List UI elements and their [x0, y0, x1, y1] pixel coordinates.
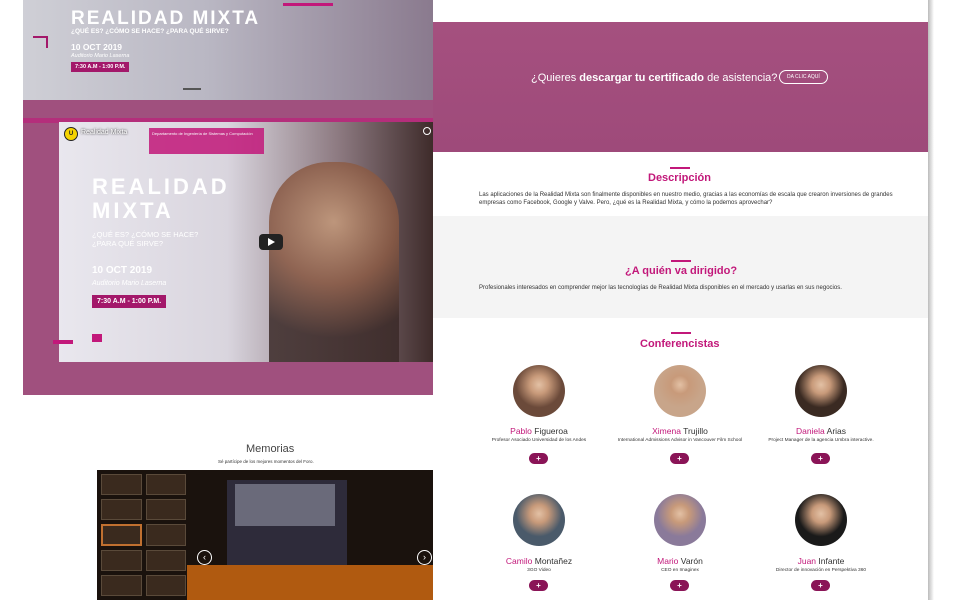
play-icon[interactable] [259, 234, 283, 250]
speaker-more-button[interactable]: + [811, 580, 830, 591]
gallery-thumbnail[interactable] [101, 474, 142, 495]
gallery-thumbnail[interactable] [145, 523, 186, 547]
hero-accent-square [33, 36, 48, 48]
video-place: Auditorio Mario Laserna [92, 280, 167, 287]
speaker-last-name: Montañez [532, 556, 573, 566]
video-section: U Realidad Mixta Departamento de Ingenie… [23, 100, 433, 395]
gallery-thumbnail-selected[interactable] [101, 523, 142, 547]
video-question2: ¿PARA QUÉ SIRVE? [92, 239, 163, 248]
hero-title: REALIDAD MIXTA [71, 8, 261, 29]
download-certificate-button[interactable]: DA CLIC AQUÍ [779, 70, 828, 84]
photo-gallery[interactable]: ‹ › [97, 470, 433, 600]
speaker-role: Project Manager de la agencia Umbra inte… [768, 438, 874, 443]
youtube-video-player[interactable]: U Realidad Mixta Departamento de Ingenie… [59, 122, 433, 362]
speaker-avatar [654, 365, 706, 417]
speaker-name: Juan Infante [761, 556, 881, 566]
speaker-last-name: Figueroa [531, 426, 568, 436]
speaker-last-name: Infante [816, 556, 845, 566]
speaker-more-button[interactable]: + [529, 580, 548, 591]
certificate-bold: descargar tu certificado [579, 72, 705, 84]
info-icon[interactable] [423, 127, 431, 135]
hero-subtitle: ¿QUÉ ES? ¿CÓMO SE HACE? ¿PARA QUÉ SIRVE? [71, 28, 229, 35]
description-body: Las aplicaciones de la Realidad Mixta so… [479, 192, 893, 206]
audience-section: ¿A quién va dirigido? Profesionales inte… [433, 216, 928, 318]
speaker-role: CEO en Imaginex [661, 568, 699, 573]
video-channel-title[interactable]: Realidad Mixta [81, 129, 127, 136]
gallery-thumbnail[interactable] [101, 575, 142, 596]
hero-date: 10 OCT 2019 [71, 42, 123, 52]
speaker-first-name: Ximena [652, 426, 681, 436]
speaker-last-name: Arias [824, 426, 847, 436]
speaker-avatar [513, 494, 565, 546]
description-section: Descripción Las aplicaciones de la Reali… [433, 152, 928, 216]
description-divider [670, 167, 690, 169]
speaker-first-name: Daniela [795, 426, 825, 436]
speaker-name: Camilo Montañez [479, 556, 599, 566]
gallery-thumbnail[interactable] [145, 550, 186, 572]
speaker-first-name: Mario [657, 556, 679, 566]
event-hero-banner: REALIDAD MIXTA ¿QUÉ ES? ¿CÓMO SE HACE? ¿… [23, 0, 433, 100]
video-title-line2: MIXTA [92, 198, 174, 223]
gallery-thumbnails [101, 474, 186, 596]
speakers-divider [671, 332, 691, 334]
description-title: Descripción [648, 172, 711, 184]
certificate-text: ¿Quieres descargar tu certificado de asi… [531, 72, 777, 84]
speaker-last-name: Varón [678, 556, 703, 566]
video-title-line1: REALIDAD [92, 174, 230, 199]
audience-divider [671, 260, 691, 262]
gallery-screen-image [235, 484, 335, 526]
memorias-subtitle: Sé partícipe de los mejores momentos del… [218, 459, 314, 464]
gallery-floor-image [187, 565, 433, 600]
audience-body: Profesionales interesados en comprender … [479, 285, 842, 291]
speaker-role: International Admissions Advisor in Vanc… [617, 438, 743, 443]
video-date: 10 OCT 2019 [92, 265, 153, 276]
hero-accent-bar [283, 3, 333, 6]
gallery-thumbnail[interactable] [145, 498, 186, 520]
speaker-avatar [795, 494, 847, 546]
video-question1: ¿QUÉ ES? ¿CÓMO SE HACE? [92, 230, 199, 239]
speaker-role: Director de innovación en Perspektiva 36… [775, 568, 867, 573]
speaker-avatar [795, 365, 847, 417]
speaker-more-button[interactable]: + [529, 453, 548, 464]
gallery-thumbnail[interactable] [101, 498, 142, 520]
speaker-first-name: Juan [797, 556, 817, 566]
speaker-first-name: Camilo [505, 556, 533, 566]
gallery-thumbnail[interactable] [145, 575, 186, 596]
speaker-more-button[interactable]: + [670, 580, 689, 591]
speaker-first-name: Pablo [510, 426, 532, 436]
gallery-next-arrow-icon[interactable]: › [417, 550, 432, 565]
video-org-banner: Departamento de Ingeniería de Sistemas y… [149, 128, 264, 154]
speaker-name: Daniela Arias [761, 426, 881, 436]
video-accent-mark [53, 340, 73, 344]
speaker-name: Ximena Trujillo [620, 426, 740, 436]
speakers-title: Conferencistas [640, 338, 720, 350]
certificate-suffix: de asistencia? [704, 72, 778, 84]
speaker-role: 3GO Video [527, 568, 551, 573]
channel-logo-icon[interactable]: U [64, 127, 78, 141]
memorias-title: Memorias [246, 443, 295, 455]
certificate-banner: ¿Quieres descargar tu certificado de asi… [433, 22, 928, 152]
vr-person-image [269, 162, 399, 362]
certificate-prefix: ¿Quieres [531, 72, 580, 84]
gallery-prev-arrow-icon[interactable]: ‹ [197, 550, 212, 565]
hero-divider [183, 88, 201, 90]
gallery-thumbnail[interactable] [145, 474, 186, 495]
page-edge-shadow [928, 0, 934, 600]
speaker-avatar [654, 494, 706, 546]
speaker-name: Pablo Figueroa [479, 426, 599, 436]
speaker-last-name: Trujillo [680, 426, 708, 436]
video-accent-square [92, 334, 102, 342]
video-time: 7:30 A.M - 1:00 P.M. [92, 295, 167, 308]
hero-time: 7:30 A.M - 1:00 P.M. [71, 62, 130, 72]
hero-place: Auditorio Mario Laserna [71, 53, 130, 59]
audience-title: ¿A quién va dirigido? [625, 265, 738, 277]
speaker-more-button[interactable]: + [670, 453, 689, 464]
speaker-name: Mario Varón [620, 556, 740, 566]
speaker-more-button[interactable]: + [811, 453, 830, 464]
gallery-thumbnail[interactable] [101, 550, 142, 572]
speaker-role: Profesor Asociado Universidad de los And… [491, 438, 587, 443]
speaker-avatar [513, 365, 565, 417]
